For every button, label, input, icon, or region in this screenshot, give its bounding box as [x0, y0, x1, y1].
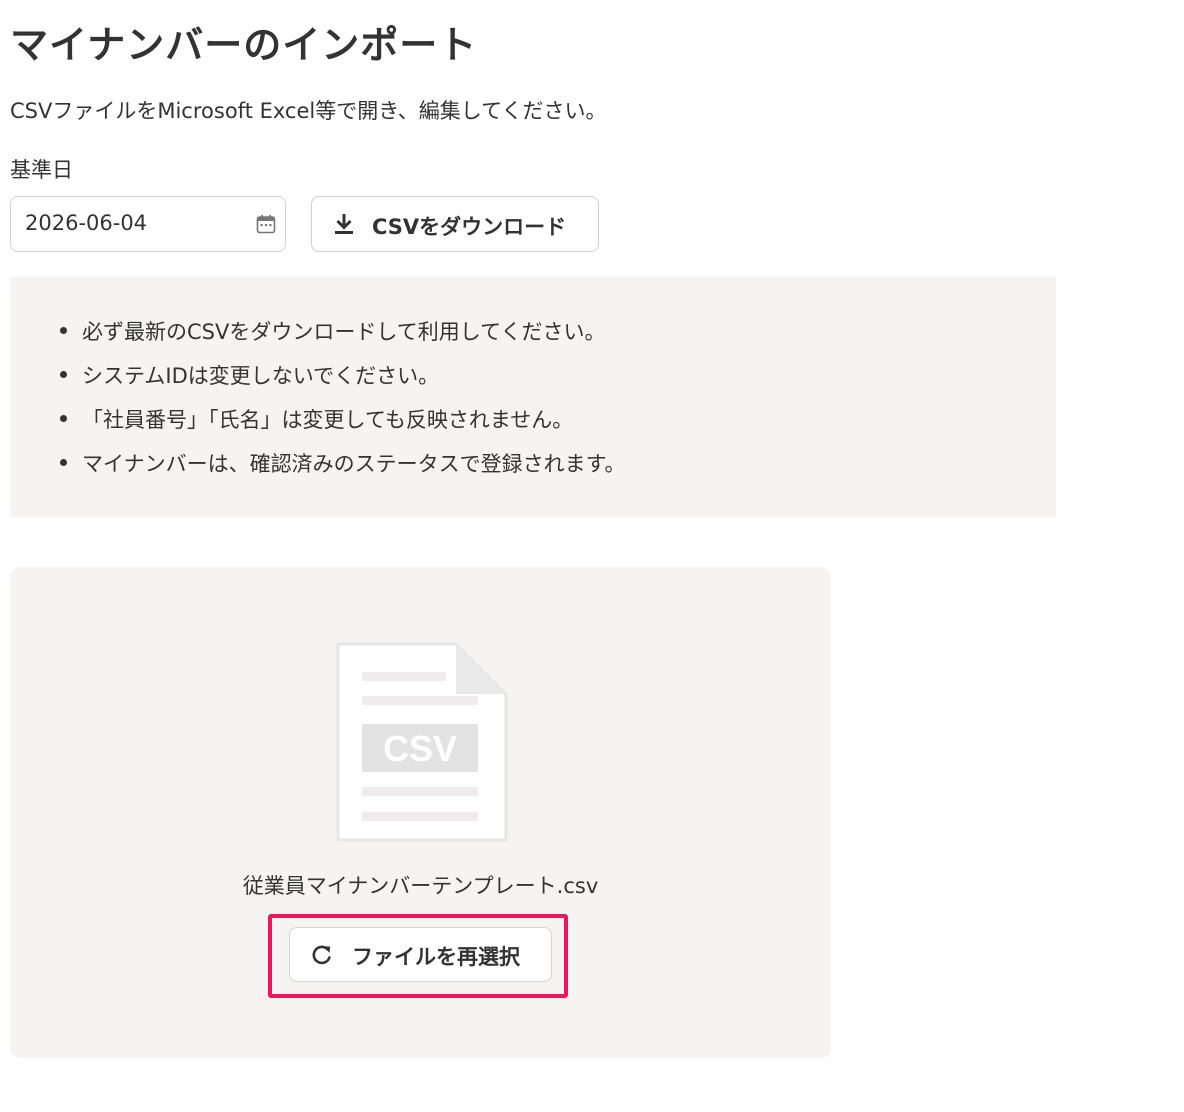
csv-file-icon: CSV: [336, 642, 508, 842]
note-item: 「社員番号」「氏名」は変更しても反映されません。: [60, 404, 625, 448]
import-page: マイナンバーのインポート CSVファイルをMicrosoft Excel等で開き…: [0, 0, 1184, 1112]
bullet-icon: [60, 459, 67, 466]
note-text: マイナンバーは、確認済みのステータスで登録されます。: [82, 452, 626, 476]
reference-date-label: 基準日: [10, 158, 73, 182]
csv-file-icon-text: CSV: [383, 728, 457, 769]
notes-panel: 必ず最新のCSVをダウンロードして利用してください。 システムIDは変更しないで…: [10, 277, 1056, 517]
page-title: マイナンバーのインポート: [10, 23, 478, 67]
note-item: マイナンバーは、確認済みのステータスで登録されます。: [60, 448, 625, 492]
note-item: 必ず最新のCSVをダウンロードして利用してください。: [60, 316, 625, 360]
refresh-icon: [312, 945, 331, 965]
reference-date-value[interactable]: 2026-06-04: [25, 211, 147, 235]
selected-file-name: 従業員マイナンバーテンプレート.csv: [242, 874, 599, 898]
bullet-icon: [60, 371, 67, 378]
reselect-file-button[interactable]: ファイルを再選択: [289, 927, 552, 982]
note-text: 「社員番号」「氏名」は変更しても反映されません。: [82, 408, 574, 432]
note-text: 必ず最新のCSVをダウンロードして利用してください。: [82, 320, 606, 344]
calendar-icon[interactable]: [256, 214, 276, 234]
note-item: システムIDは変更しないでください。: [60, 360, 625, 404]
reference-date-input[interactable]: 2026-06-04: [10, 196, 286, 252]
note-text: システムIDは変更しないでください。: [82, 364, 440, 388]
download-icon: [335, 214, 353, 234]
download-csv-label: CSVをダウンロード: [372, 215, 567, 239]
download-csv-button[interactable]: CSVをダウンロード: [311, 196, 599, 252]
page-description: CSVファイルをMicrosoft Excel等で開き、編集してください。: [10, 99, 607, 123]
reselect-file-label: ファイルを再選択: [352, 945, 520, 969]
bullet-icon: [60, 415, 67, 422]
bullet-icon: [60, 327, 67, 334]
notes-list: 必ず最新のCSVをダウンロードして利用してください。 システムIDは変更しないで…: [60, 316, 625, 492]
